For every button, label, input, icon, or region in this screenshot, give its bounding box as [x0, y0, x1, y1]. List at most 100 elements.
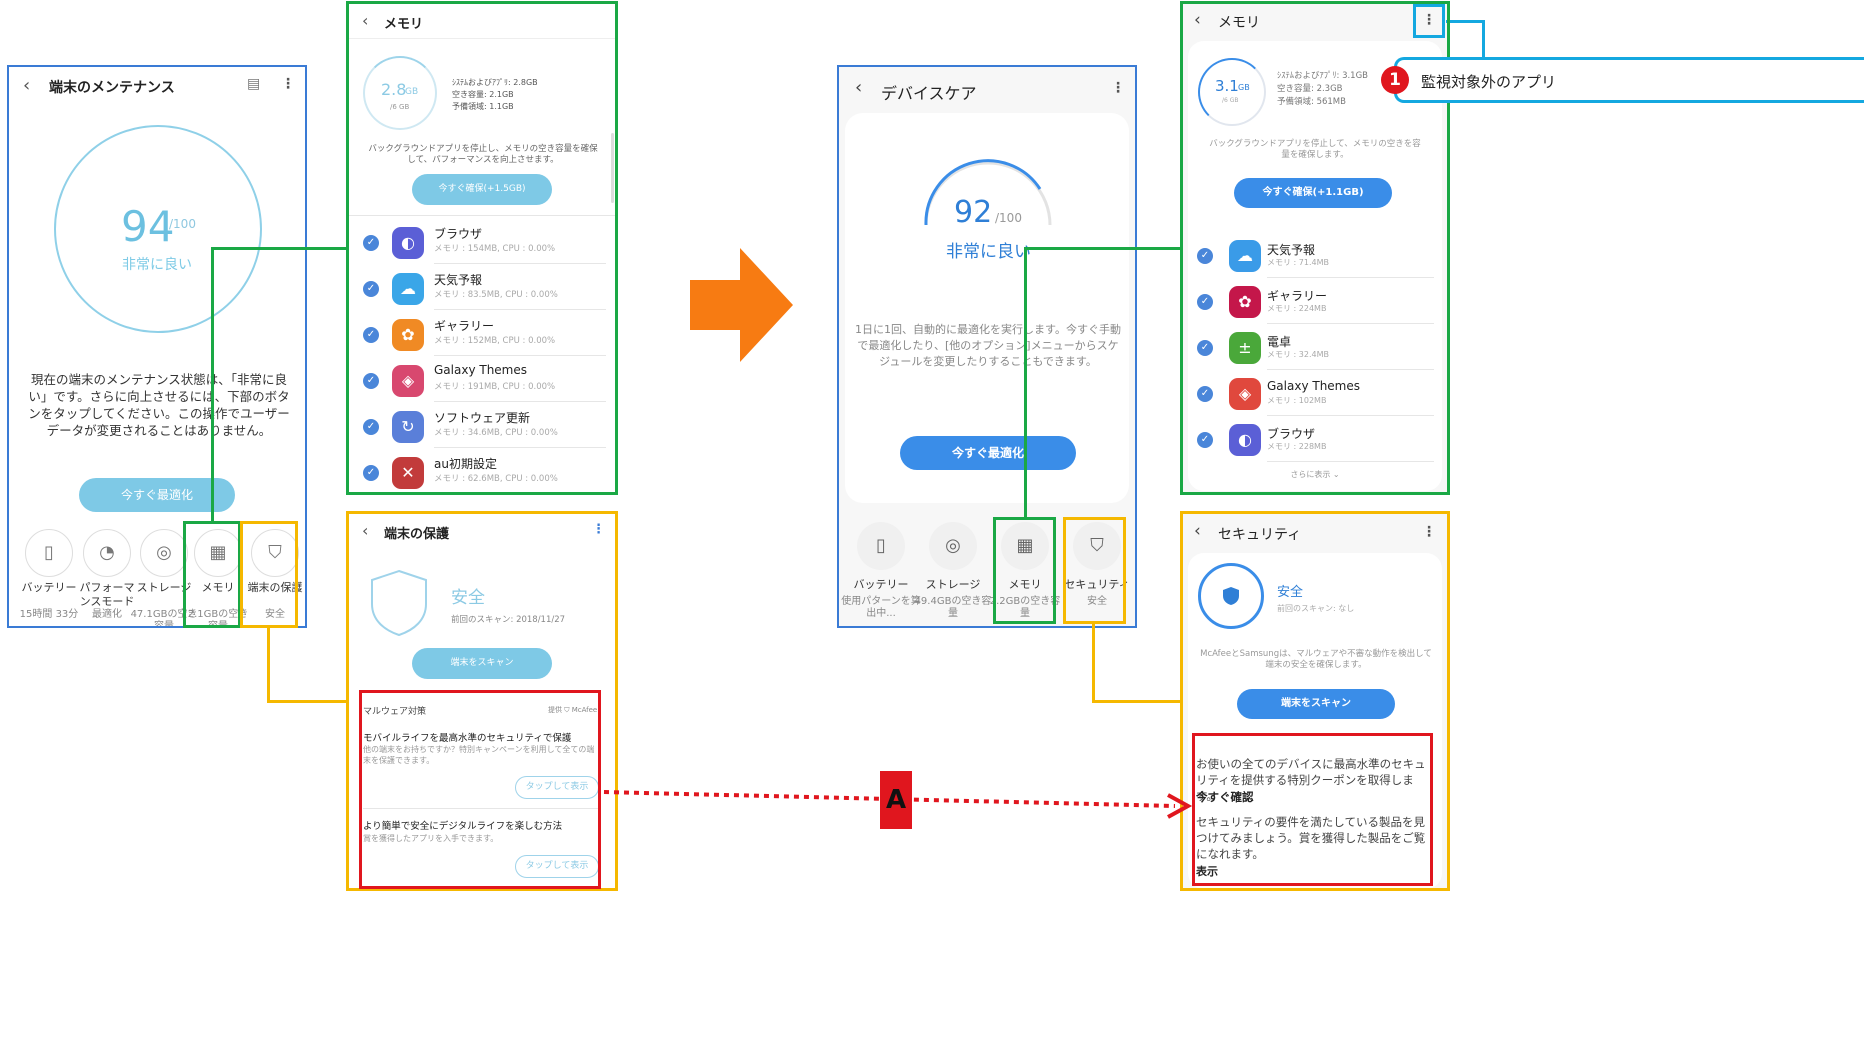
app-icon: ✕: [392, 457, 424, 489]
app-checkbox[interactable]: ✓: [363, 373, 379, 389]
divider: [434, 355, 606, 356]
more-options-icon[interactable]: ⋮: [1422, 524, 1436, 540]
more-options-icon[interactable]: ⋮: [281, 76, 295, 92]
battery-icon: ▯: [857, 522, 905, 570]
memory-gauge-unit: GB: [405, 87, 419, 97]
app-row[interactable]: ✓ ± 電卓 メモリ : 32.4MB: [1182, 330, 1448, 376]
app-usage: メモリ : 102MB: [1267, 396, 1327, 405]
last-scan: 前回のスキャン: なし: [1277, 604, 1355, 613]
tap-to-view-button[interactable]: タップして表示: [515, 855, 599, 878]
app-row[interactable]: ✓ ◈ Galaxy Themes メモリ : 191MB, CPU : 0.00%: [348, 363, 616, 409]
page-title: デバイスケア: [881, 84, 977, 103]
tile-battery[interactable]: ▯ バッテリー 使用パターンを算出中...: [841, 522, 921, 622]
tile-memory-chip[interactable]: ▦ メモリ 2.2GBの空き容量: [990, 522, 1060, 622]
section-title: マルウェア対策: [363, 707, 427, 717]
score-max: /100: [995, 211, 1022, 225]
connector-line: [1482, 20, 1485, 58]
back-arrow-icon[interactable]: ‹: [23, 75, 30, 96]
protection-status: 安全: [451, 588, 485, 608]
app-checkbox[interactable]: ✓: [1197, 340, 1213, 356]
document-icon[interactable]: ▤: [247, 76, 260, 92]
page-title: 端末のメンテナンス: [49, 80, 175, 96]
tile-sub: 使用パターンを算出中...: [841, 596, 921, 619]
tile-battery[interactable]: ▯ バッテリー 15時間 33分: [20, 529, 78, 626]
tile-speedometer[interactable]: ◔ パフォーマンスモード 最適化: [79, 529, 135, 626]
memory-stat: ｼｽﾃﾑおよびｱﾌﾟﾘ: 2.8GB: [452, 78, 538, 87]
tile-label: セキュリティ: [1064, 578, 1130, 591]
shield-icon: [1223, 587, 1239, 605]
memory-gauge-value: 2.8: [381, 80, 407, 99]
app-row[interactable]: ✓ ◐ ブラウザ メモリ : 154MB, CPU : 0.00%: [348, 225, 616, 271]
tile-label: パフォーマンスモード: [79, 581, 135, 608]
scan-device-button[interactable]: 端末をスキャン: [1237, 689, 1395, 719]
more-options-icon[interactable]: ⋮: [1422, 12, 1436, 28]
more-options-icon[interactable]: ⋮: [592, 522, 605, 537]
app-checkbox[interactable]: ✓: [1197, 248, 1213, 264]
app-usage: メモリ : 71.4MB: [1267, 258, 1329, 267]
more-options-icon[interactable]: ⋮: [1111, 80, 1125, 96]
back-arrow-icon[interactable]: ‹: [362, 11, 368, 30]
app-row[interactable]: ✓ ◐ ブラウザ メモリ : 228MB: [1182, 422, 1448, 468]
shield-icon: ⛉: [1073, 522, 1121, 570]
app-usage: メモリ : 83.5MB, CPU : 0.00%: [434, 290, 558, 300]
app-checkbox[interactable]: ✓: [1197, 294, 1213, 310]
view-link[interactable]: 表示: [1196, 863, 1218, 879]
app-row[interactable]: ✓ ◈ Galaxy Themes メモリ : 102MB: [1182, 376, 1448, 422]
app-row[interactable]: ✓ ☁ 天気予報 メモリ : 83.5MB, CPU : 0.00%: [348, 271, 616, 317]
show-more-link[interactable]: さらに表示 ⌄: [1182, 469, 1448, 480]
app-checkbox[interactable]: ✓: [363, 327, 379, 343]
check-now-link[interactable]: 今すぐ確認: [1196, 789, 1254, 805]
battery-icon: ▯: [25, 529, 73, 577]
app-checkbox[interactable]: ✓: [1197, 432, 1213, 448]
memory-gauge-total: /6 GB: [1222, 97, 1239, 104]
app-icon: ☁: [392, 273, 424, 305]
app-row[interactable]: ✓ ✿ ギャラリー メモリ : 152MB, CPU : 0.00%: [348, 317, 616, 363]
app-icon: ◈: [392, 365, 424, 397]
app-name: 天気予報: [1267, 243, 1316, 257]
scan-device-button[interactable]: 端末をスキャン: [412, 648, 552, 679]
label-a: A: [880, 771, 912, 829]
tile-memory-chip[interactable]: ▦ メモリ 2.1GBの空き容量: [188, 529, 248, 626]
app-name: ギャラリー: [434, 319, 495, 333]
connector-line: [211, 247, 348, 250]
tile-storage[interactable]: ◎ ストレージ 49.4GBの空き容量: [915, 522, 991, 622]
app-checkbox[interactable]: ✓: [363, 235, 379, 251]
divider: [1267, 277, 1434, 278]
app-usage: メモリ : 224MB: [1267, 304, 1327, 313]
connector-line: [267, 628, 270, 702]
memory-gauge-value: 3.1: [1215, 77, 1239, 95]
free-up-now-button[interactable]: 今すぐ確保(+1.1GB): [1234, 178, 1392, 208]
tap-to-view-button[interactable]: タップして表示: [515, 776, 599, 799]
free-up-now-button[interactable]: 今すぐ確保(+1.5GB): [412, 174, 552, 205]
back-arrow-icon[interactable]: ‹: [362, 521, 368, 540]
tile-shield[interactable]: ⛉ 端末の保護 安全: [247, 529, 303, 626]
security-status: 安全: [1277, 585, 1304, 600]
back-arrow-icon[interactable]: ‹: [855, 77, 862, 98]
tile-sub: 49.4GBの空き容量: [914, 596, 992, 619]
app-checkbox[interactable]: ✓: [363, 419, 379, 435]
app-icon: ±: [1229, 332, 1261, 364]
app-row[interactable]: ✓ ✿ ギャラリー メモリ : 224MB: [1182, 284, 1448, 330]
app-checkbox[interactable]: ✓: [363, 465, 379, 481]
divider: [434, 401, 606, 402]
divider: [1267, 369, 1434, 370]
app-row[interactable]: ✓ ☁ 天気予報 メモリ : 71.4MB: [1182, 238, 1448, 284]
tile-label: 端末の保護: [247, 581, 303, 594]
app-checkbox[interactable]: ✓: [363, 281, 379, 297]
app-row[interactable]: ✓ ↻ ソフトウェア更新 メモリ : 34.6MB, CPU : 0.00%: [348, 409, 616, 455]
scrollbar[interactable]: [611, 133, 614, 203]
device-care-screen-new: ‹ デバイスケア ⋮ 92 /100 非常に良い 1日に1回、自動的に最適化を実…: [837, 65, 1137, 628]
divider: [1267, 415, 1434, 416]
app-usage: メモリ : 152MB, CPU : 0.00%: [434, 336, 556, 346]
page-title: メモリ: [384, 17, 424, 32]
optimize-now-button[interactable]: 今すぐ最適化: [900, 436, 1076, 470]
back-arrow-icon[interactable]: ‹: [1194, 521, 1201, 541]
app-row[interactable]: ✓ ✕ au初期設定 メモリ : 62.6MB, CPU : 0.00%: [348, 455, 616, 493]
score-status: 非常に良い: [946, 242, 1031, 262]
tile-shield[interactable]: ⛉ セキュリティ 安全: [1064, 522, 1130, 622]
memory-gauge-unit: GB: [1238, 83, 1250, 92]
back-arrow-icon[interactable]: ‹: [1194, 10, 1201, 30]
app-usage: メモリ : 154MB, CPU : 0.00%: [434, 244, 556, 254]
promo-card-text: 他の端末をお持ちですか？特別キャンペーンを利用して全ての端末を保護できます。: [363, 745, 595, 765]
app-checkbox[interactable]: ✓: [1197, 386, 1213, 402]
